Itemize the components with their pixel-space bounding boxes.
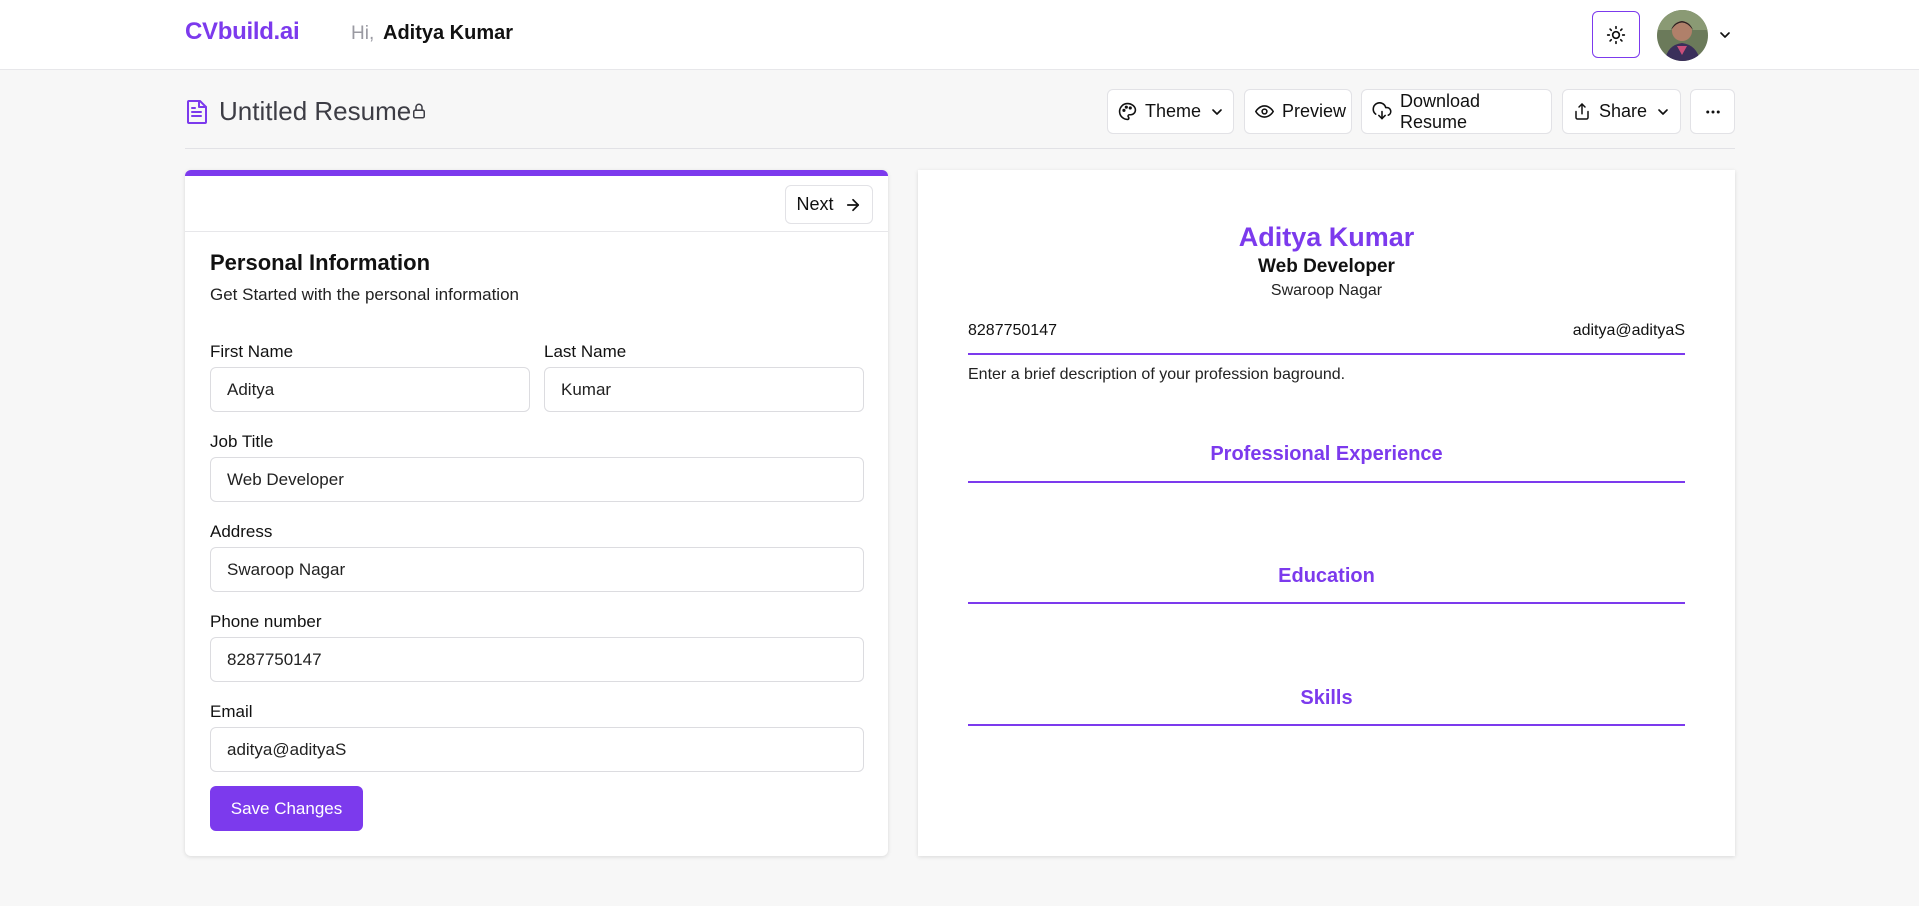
section-divider xyxy=(968,481,1685,483)
preview-name: Aditya Kumar xyxy=(1238,222,1415,252)
theme-button-label: Theme xyxy=(1145,101,1202,121)
lock-icon[interactable] xyxy=(410,101,430,123)
form-card-header: Next xyxy=(185,176,888,232)
section-divider xyxy=(968,602,1685,604)
address-label: Address xyxy=(210,522,273,541)
preview-button-label: Preview xyxy=(1282,101,1347,121)
last-name-label: Last Name xyxy=(544,342,627,361)
address-input[interactable] xyxy=(210,547,864,592)
first-name-input[interactable] xyxy=(210,367,530,412)
first-name-label: First Name xyxy=(210,342,294,361)
preview-email: aditya@adityaS xyxy=(1572,322,1685,339)
sun-icon xyxy=(1606,25,1626,44)
preview-job-title: Web Developer xyxy=(1258,256,1395,277)
app-logo[interactable]: CVbuild.ai xyxy=(185,18,300,46)
preview-summary: Enter a brief description of your profes… xyxy=(968,366,1346,383)
form-title: Personal Information xyxy=(210,250,431,275)
preview-section-skills: Skills xyxy=(1300,687,1353,709)
preview-section-experience: Professional Experience xyxy=(1210,443,1443,465)
avatar[interactable] xyxy=(1657,10,1708,61)
preview-address: Swaroop Nagar xyxy=(1270,282,1383,299)
account-menu-chevron[interactable] xyxy=(1714,24,1736,46)
chevron-down-icon xyxy=(1658,108,1668,115)
last-name-input[interactable] xyxy=(544,367,864,412)
user-name: Aditya Kumar xyxy=(383,22,514,44)
chevron-down-icon xyxy=(1212,108,1222,115)
save-changes-button[interactable]: Save Changes xyxy=(210,786,363,831)
phone-input[interactable] xyxy=(210,637,864,682)
share-icon xyxy=(1575,103,1589,120)
share-button-label: Share xyxy=(1599,101,1648,121)
top-header: CVbuild.ai Hi, Aditya Kumar xyxy=(0,0,1919,70)
toolbar-divider xyxy=(185,148,1735,149)
phone-label: Phone number xyxy=(210,612,322,631)
preview-button[interactable]: Preview xyxy=(1244,89,1352,134)
section-divider xyxy=(968,724,1685,726)
document-title[interactable]: Untitled Resume xyxy=(219,96,411,127)
arrow-right-icon xyxy=(846,198,859,211)
job-title-input[interactable] xyxy=(210,457,864,502)
theme-toggle-button[interactable] xyxy=(1592,11,1640,58)
job-title-label: Job Title xyxy=(210,432,274,451)
chevron-down-icon xyxy=(1720,32,1730,38)
theme-button[interactable]: Theme xyxy=(1107,89,1234,134)
email-label: Email xyxy=(210,702,253,721)
email-input[interactable] xyxy=(210,727,864,772)
greeting-text: Hi, xyxy=(351,23,375,44)
download-resume-label: Download Resume xyxy=(1400,90,1481,132)
cloud-download-icon xyxy=(1372,102,1392,120)
palette-icon xyxy=(1118,102,1137,121)
resume-preview: Aditya Kumar Web Developer Swaroop Nagar… xyxy=(918,170,1735,856)
eye-icon xyxy=(1255,105,1274,118)
personal-info-form-card: Next Personal Information Get Started wi… xyxy=(185,170,888,856)
form-subtitle: Get Started with the personal informatio… xyxy=(210,285,519,304)
download-resume-button[interactable]: Download Resume xyxy=(1361,89,1552,134)
next-button[interactable]: Next xyxy=(785,185,873,224)
preview-section-education: Education xyxy=(1278,565,1375,587)
preview-header-divider xyxy=(968,353,1685,355)
share-button[interactable]: Share xyxy=(1562,89,1681,134)
more-horizontal-icon xyxy=(1705,110,1720,113)
document-icon xyxy=(185,99,209,125)
next-button-label: Next xyxy=(796,194,834,214)
more-options-button[interactable] xyxy=(1690,89,1735,134)
preview-phone: 8287750147 xyxy=(968,322,1057,339)
